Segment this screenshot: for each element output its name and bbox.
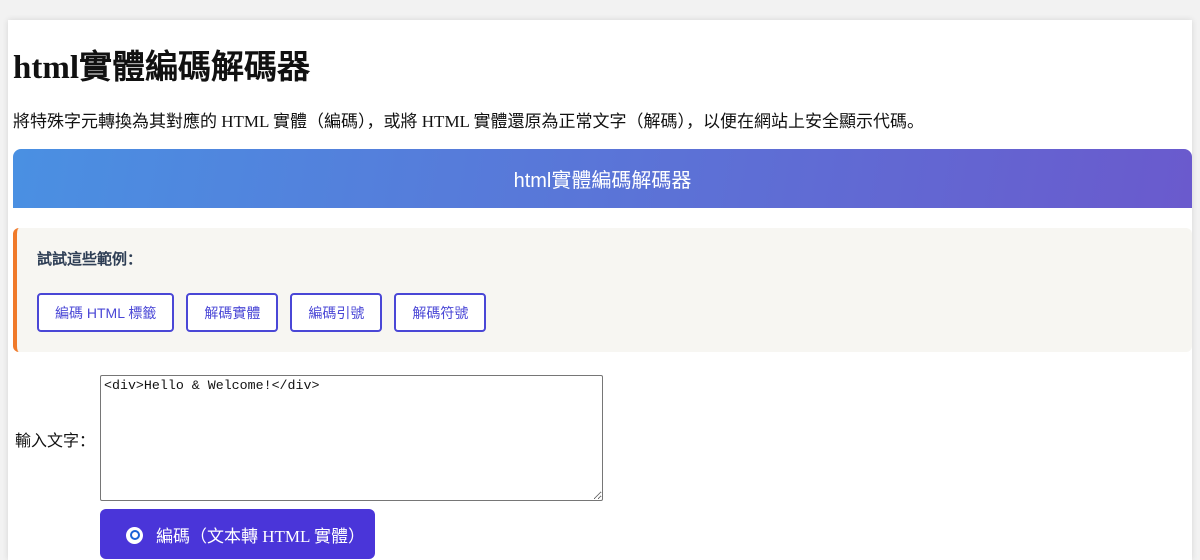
encode-radio[interactable] <box>126 526 143 544</box>
examples-heading: 試試這些範例： <box>37 251 143 268</box>
tool-banner: html實體編碼解碼器 <box>13 149 1192 208</box>
input-textarea[interactable] <box>100 375 603 501</box>
banner-title: html實體編碼解碼器 <box>513 170 692 192</box>
encode-mode-option[interactable]: 編碼（文本轉 HTML 實體） <box>100 509 375 559</box>
input-label: 輸入文字： <box>15 433 96 450</box>
example-encode-quotes-button[interactable]: 編碼引號 <box>290 293 383 332</box>
example-encode-html-tags-button[interactable]: 編碼 HTML 標籤 <box>37 293 175 332</box>
radio-selected-dot <box>129 530 140 540</box>
page-title: html實體編碼解碼器 <box>13 50 310 86</box>
examples-button-row: 編碼 HTML 標籤 解碼實體 編碼引號 解碼符號 <box>37 293 487 332</box>
example-decode-entities-button[interactable]: 解碼實體 <box>186 293 279 332</box>
example-decode-symbols-button[interactable]: 解碼符號 <box>394 293 487 332</box>
page-description: 將特殊字元轉換為其對應的 HTML 實體（編碼），或將 HTML 實體還原為正常… <box>13 112 925 131</box>
main-card: html實體編碼解碼器 將特殊字元轉換為其對應的 HTML 實體（編碼），或將 … <box>8 20 1192 560</box>
examples-panel: 試試這些範例： 編碼 HTML 標籤 解碼實體 編碼引號 解碼符號 <box>13 228 1192 352</box>
